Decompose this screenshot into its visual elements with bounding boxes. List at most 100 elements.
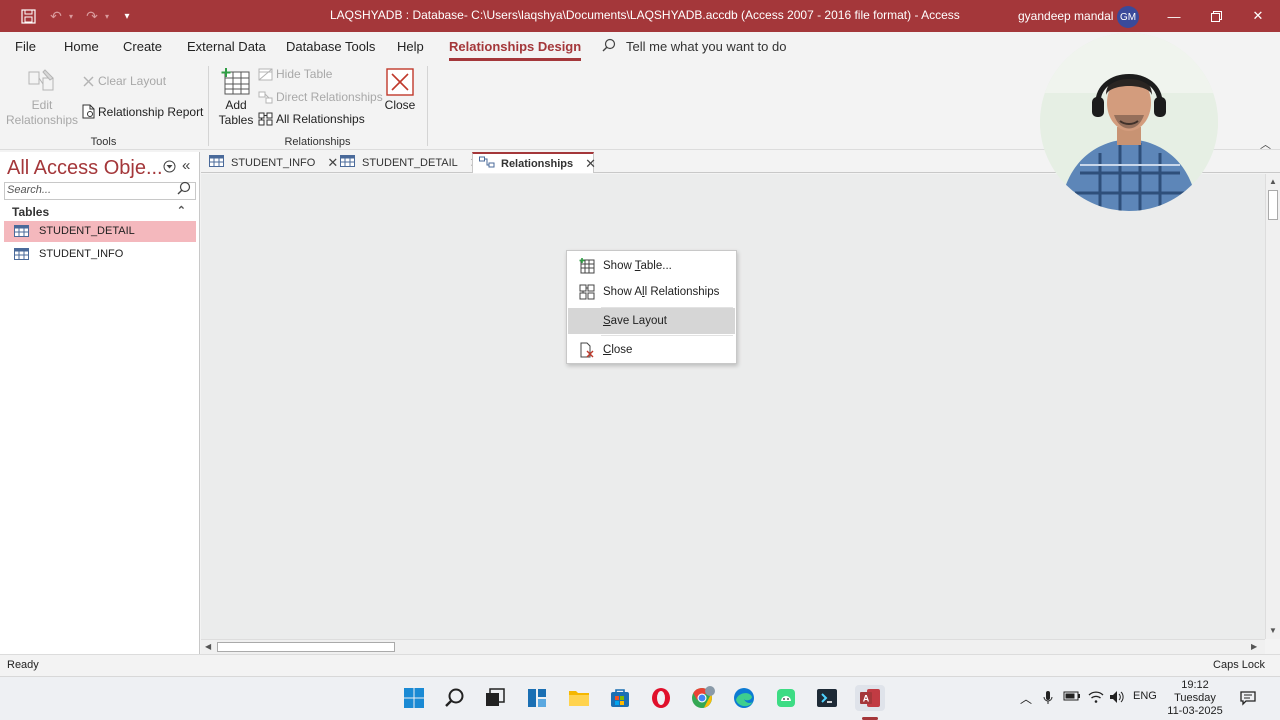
edge-icon[interactable] [731,685,757,711]
close-tab-icon[interactable]: ✕ [585,156,596,172]
add-tables-icon [216,66,256,98]
tab-label: Relationships [501,157,574,170]
access-icon[interactable]: A [855,685,885,711]
tab-database-tools[interactable]: Database Tools [286,39,375,54]
wifi-icon[interactable] [1088,690,1104,707]
menu-separator [601,335,733,336]
undo-dropdown-icon[interactable]: ▾ [66,0,76,32]
table-add-icon [579,258,595,277]
tab-external-data[interactable]: External Data [187,39,266,54]
menu-item-save-layout[interactable]: Save Layout [568,308,735,334]
chevron-up-icon[interactable]: ⌃ [177,204,186,217]
notification-icon[interactable] [1240,690,1256,709]
battery-icon[interactable] [1063,690,1081,705]
status-bar: Ready Caps Lock [0,654,1280,676]
nav-pane-menu-icon[interactable] [163,160,176,176]
avatar[interactable]: GM [1117,6,1139,28]
undo-icon[interactable]: ↶ [46,0,66,32]
tab-relationships[interactable]: Relationships ✕ [472,152,596,173]
tab-create[interactable]: Create [123,39,162,54]
close-relationships-button[interactable]: Close [381,66,419,113]
tell-me-search[interactable]: Tell me what you want to do [602,38,786,55]
save-icon[interactable] [16,0,40,32]
tab-help[interactable]: Help [397,39,424,54]
relationship-report-button[interactable]: Relationship Report [82,104,203,119]
opera-icon[interactable] [648,685,674,711]
group-separator [208,66,209,146]
tab-student-info[interactable]: STUDENT_INFO ✕ [203,152,338,173]
menu-item-label: Show All Relationships [603,286,720,298]
tab-file[interactable]: File [15,39,36,54]
hide-table-icon [258,68,273,81]
terminal-icon[interactable] [814,685,840,711]
nav-item-student-detail[interactable]: STUDENT_DETAIL [4,221,196,242]
nav-item-student-info[interactable]: STUDENT_INFO [4,244,196,265]
nav-group-tables[interactable]: Tables ⌃ [4,203,196,221]
tab-relationships-design[interactable]: Relationships Design [449,39,582,61]
widgets-icon[interactable] [524,685,550,711]
minimize-icon[interactable]: — [1154,0,1194,32]
table-icon [14,248,29,263]
search-icon[interactable] [176,180,192,199]
scroll-down-icon[interactable]: ▼ [1269,626,1277,635]
redo-icon[interactable]: ↷ [82,0,102,32]
nav-item-label: STUDENT_DETAIL [39,225,135,237]
menu-item-label: Save Layout [603,315,667,327]
all-relationships-button[interactable]: All Relationships [258,112,365,126]
volume-icon[interactable] [1109,690,1125,707]
direct-relationships-button[interactable]: Direct Relationships [258,90,383,104]
clock[interactable]: 19:12 Tuesday 11-03-2025 [1164,679,1226,718]
hide-table-button[interactable]: Hide Table [258,67,332,81]
customize-toolbar-icon[interactable]: ▾ [120,0,134,32]
task-view-icon[interactable] [482,685,508,711]
clear-layout-button[interactable]: Clear Layout [82,74,166,88]
search-icon[interactable] [442,685,468,711]
scroll-right-icon[interactable]: ▶ [1251,642,1257,651]
nav-pane-title[interactable]: All Access Obje... [7,157,163,180]
scroll-up-icon[interactable]: ▲ [1269,177,1277,186]
language-indicator[interactable]: ENG [1133,690,1157,702]
menu-item-close[interactable]: Close [568,337,735,363]
tab-student-detail[interactable]: STUDENT_DETAIL ✕ [334,152,481,173]
chrome-icon[interactable] [690,685,716,711]
add-tables-label-1: Add [225,98,247,112]
menu-item-show-all-relationships[interactable]: Show All Relationships [568,279,735,305]
tab-home[interactable]: Home [64,39,99,54]
relationships-canvas[interactable] [201,174,1265,639]
close-icon [381,66,419,98]
scroll-thumb[interactable] [1268,190,1278,220]
add-tables-button[interactable]: Add Tables [216,66,256,128]
nav-search-input[interactable]: Search... [4,182,196,200]
restore-icon[interactable] [1196,0,1236,32]
report-icon [82,104,95,119]
clear-layout-icon [82,75,95,88]
edit-relationships-button[interactable]: Edit Relationships [6,66,78,128]
show-hidden-icons-icon[interactable]: ︿ [1020,690,1032,707]
menu-item-label: Show Table... [603,260,672,272]
close-document-icon [579,342,595,361]
store-icon[interactable] [607,685,633,711]
collapse-pane-icon[interactable]: « [182,157,190,174]
redo-dropdown-icon[interactable]: ▾ [102,0,112,32]
tab-label: STUDENT_DETAIL [362,156,458,169]
status-text: Ready [7,659,39,671]
table-icon [14,225,29,240]
menu-item-show-table[interactable]: Show Table... [568,253,735,279]
clock-time: 19:12 [1181,679,1209,691]
hide-table-label: Hide Table [276,67,333,81]
user-name[interactable]: gyandeep mandal [1018,9,1113,23]
vertical-scrollbar[interactable]: ▲ ▼ [1265,174,1280,639]
collapse-ribbon-icon[interactable]: ︿ [1260,136,1271,152]
microphone-icon[interactable] [1043,690,1053,709]
edit-relationships-icon [6,66,78,98]
edit-relationships-label-2: Relationships [6,113,79,127]
windows-start-icon[interactable] [401,685,427,711]
close-window-icon[interactable]: ✕ [1238,0,1278,32]
edit-relationships-label-1: Edit [31,98,53,112]
horizontal-scrollbar[interactable]: ◀ ▶ [201,639,1265,654]
scroll-left-icon[interactable]: ◀ [205,642,211,651]
android-icon[interactable] [773,685,799,711]
direct-relationships-label: Direct Relationships [276,90,383,104]
file-explorer-icon[interactable] [566,685,592,711]
scroll-thumb[interactable] [217,642,395,652]
